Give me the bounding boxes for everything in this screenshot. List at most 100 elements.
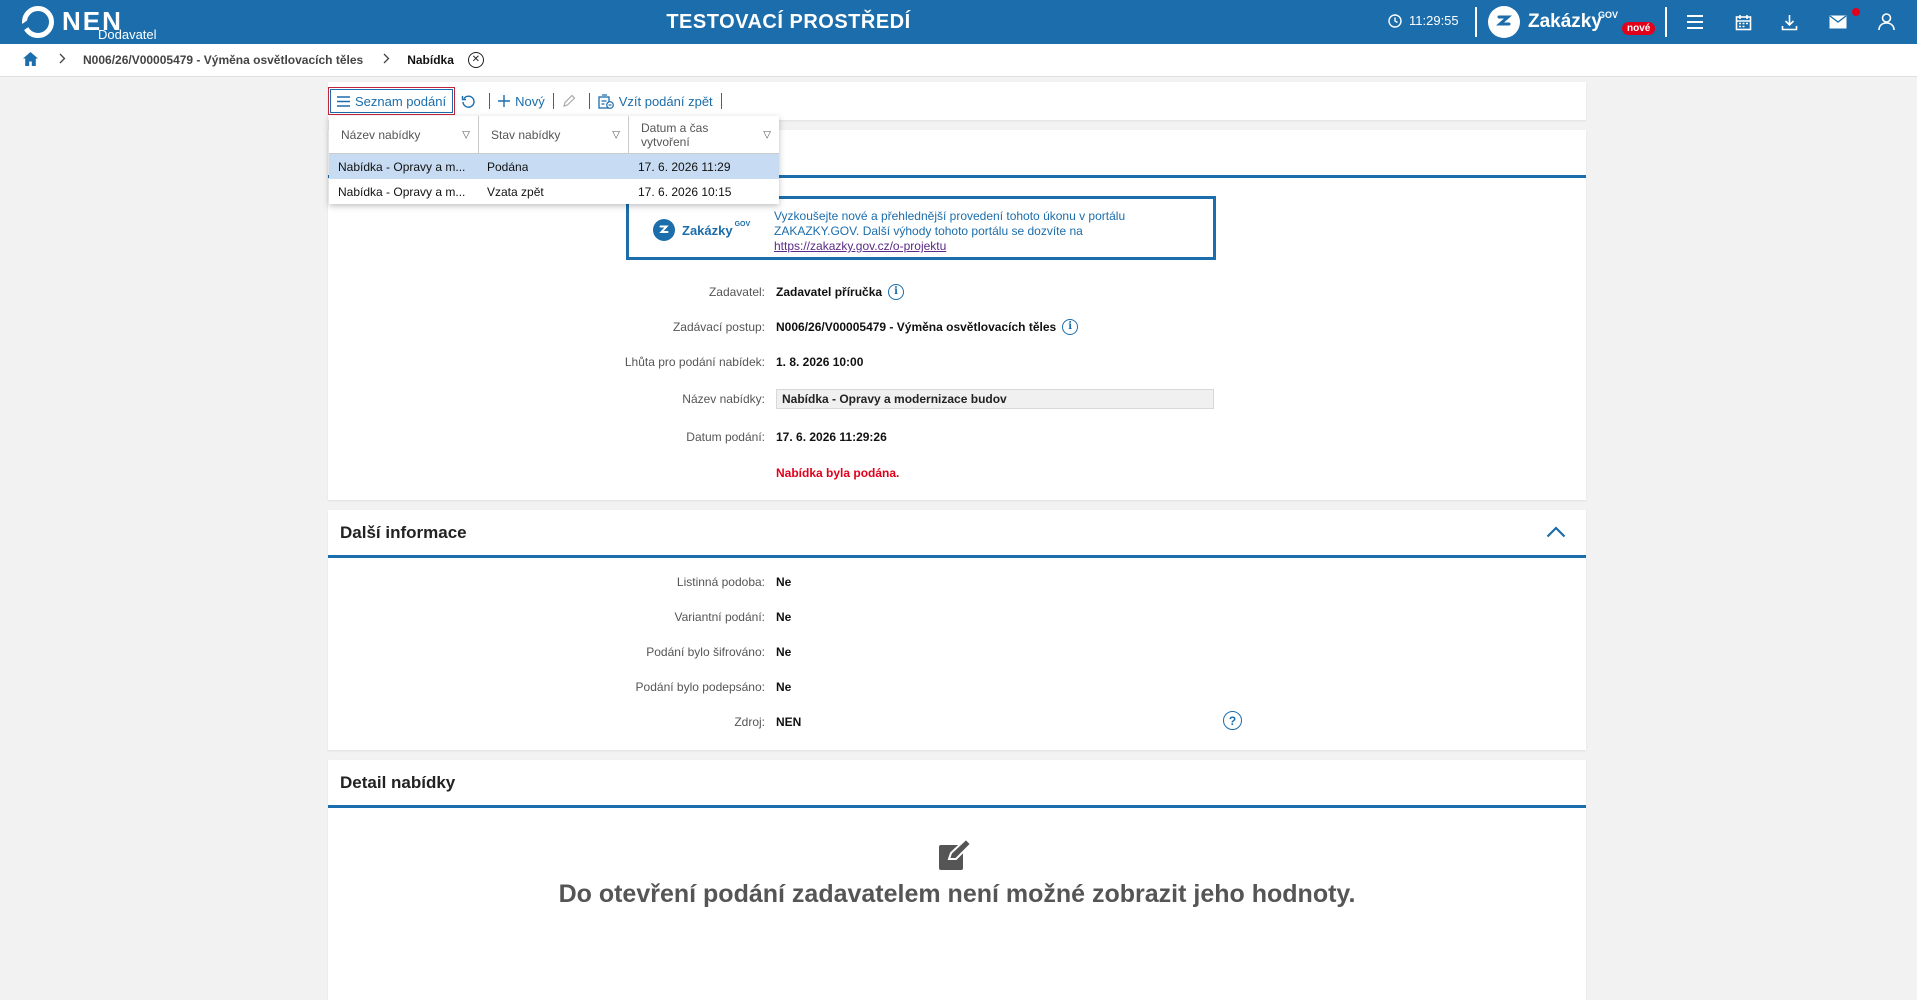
top-bar: NEN Dodavatel TESTOVACÍ PROSTŘEDÍ 11:29:… xyxy=(0,0,1917,44)
field-label: Podání bylo šifrováno: xyxy=(646,645,765,659)
toolbar-divider xyxy=(720,93,722,109)
close-icon[interactable]: ✕ xyxy=(467,52,484,68)
zakazky-gov: GOV xyxy=(1598,10,1619,20)
field-label: Zadavatel: xyxy=(708,285,765,299)
submission-list-label: Seznam podání xyxy=(355,93,447,109)
column-label: Datum a čas vytvoření xyxy=(641,120,709,149)
dropdown-header: Název nabídky ▽ Stav nabídky ▽ Datum a č… xyxy=(329,116,779,154)
field-row-zdroj: Zdroj: NEN xyxy=(328,712,1586,732)
field-row-offer-name: Název nabídky: Nabídka - Opravy a modern… xyxy=(328,389,1586,409)
mail-icon[interactable] xyxy=(1828,12,1848,32)
plus-icon xyxy=(498,95,511,107)
row-name: Nabídka - Opravy a m... xyxy=(338,184,466,199)
column-label: Stav nabídky xyxy=(491,127,561,142)
zadavatel-value: Zadavatel příručka xyxy=(776,285,883,299)
field-value: 1. 8. 2026 10:00 xyxy=(776,355,864,369)
banner-text-block: Vyzkoušejte nové a přehlednější proveden… xyxy=(774,209,1194,254)
new-badge: nové xyxy=(1622,22,1656,35)
withdraw-icon xyxy=(598,93,614,109)
toolbar-divider xyxy=(588,93,590,109)
field-label: Podání bylo podepsáno: xyxy=(635,680,765,694)
help-icon[interactable]: ? xyxy=(1223,711,1242,730)
list-icon xyxy=(337,95,350,107)
chevron-right-icon xyxy=(383,53,390,67)
offer-detail-card: Detail nabídky Do otevření podání zadava… xyxy=(328,760,1586,1000)
row-created: 17. 6. 2026 10:15 xyxy=(638,184,732,199)
submission-list-button[interactable]: Seznam podání xyxy=(328,87,456,115)
edit-button[interactable] xyxy=(556,88,587,114)
user-icon[interactable] xyxy=(1876,12,1896,32)
field-label: Listinná podoba: xyxy=(676,575,765,589)
field-value: Zadavatel příručka i xyxy=(776,282,905,302)
banner-message: Vyzkoušejte nové a přehlednější proveden… xyxy=(774,209,1126,238)
breadcrumb-current: Nabídka xyxy=(407,53,454,67)
field-value: Ne xyxy=(776,680,792,694)
column-label: Název nabídky xyxy=(341,127,421,142)
field-row-zadavaci-postup: Zadávací postup: N006/26/V00005479 - Vým… xyxy=(328,317,1586,337)
field-value: Ne xyxy=(776,575,792,589)
banner-logo: Zakázky GOV xyxy=(653,219,750,241)
field-value: 17. 6. 2026 11:29:26 xyxy=(776,430,887,444)
detail-hidden-message: Do otevření podání zadavatelem není možn… xyxy=(558,880,1356,908)
submission-list-dropdown: Název nabídky ▽ Stav nabídky ▽ Datum a č… xyxy=(329,116,779,204)
status-row: Nabídka byla podána. xyxy=(328,463,1586,483)
field-value: Ne xyxy=(776,645,792,659)
field-row-podepsano: Podání bylo podepsáno: Ne xyxy=(328,677,1586,697)
column-header-name[interactable]: Název nabídky ▽ xyxy=(329,116,479,153)
field-label: Zdroj: xyxy=(734,715,765,729)
additional-info-card: Další informace Listinná podoba: Ne Vari… xyxy=(328,510,1586,750)
breadcrumb-procedure[interactable]: N006/26/V00005479 - Výměna osvětlovacích… xyxy=(83,53,363,67)
filter-icon[interactable]: ▽ xyxy=(612,129,620,140)
calendar-icon[interactable] xyxy=(1733,12,1753,32)
toolbar-divider xyxy=(489,93,491,109)
menu-icon[interactable] xyxy=(1685,12,1705,32)
edit-note-icon xyxy=(939,840,972,870)
row-name: Nabídka - Opravy a m... xyxy=(338,159,466,174)
banner-logo-gov: GOV xyxy=(734,220,751,228)
offer-name-field: Nabídka - Opravy a modernizace budov xyxy=(776,389,1214,409)
column-header-status[interactable]: Stav nabídky ▽ xyxy=(479,116,629,153)
zakazky-gov-link[interactable]: Zakázky GOV nové xyxy=(1488,6,1656,38)
header-divider xyxy=(1665,7,1667,37)
download-icon[interactable] xyxy=(1779,12,1799,32)
section-title: Další informace xyxy=(340,523,467,542)
table-row[interactable]: Nabídka - Opravy a m... Podána 17. 6. 20… xyxy=(329,154,779,179)
field-row-sifrovano: Podání bylo šifrováno: Ne xyxy=(328,642,1586,662)
field-value: Ne xyxy=(776,610,792,624)
banner-link[interactable]: https://zakazky.gov.cz/o-projektu xyxy=(774,239,946,253)
offer-detail-header: Detail nabídky xyxy=(328,760,1586,808)
field-value: N006/26/V00005479 - Výměna osvětlovacích… xyxy=(776,317,1079,337)
environment-title: TESTOVACÍ PROSTŘEDÍ xyxy=(666,11,911,33)
header-divider xyxy=(1475,7,1477,37)
info-icon[interactable]: i xyxy=(1062,319,1079,335)
chevron-up-icon[interactable] xyxy=(1546,526,1566,538)
info-icon[interactable]: i xyxy=(888,284,905,300)
pencil-icon xyxy=(562,94,576,107)
field-label: Zadávací postup: xyxy=(672,320,765,334)
chevron-right-icon xyxy=(59,53,66,67)
field-row-submission-date: Datum podání: 17. 6. 2026 11:29:26 xyxy=(328,427,1586,447)
field-value: NEN xyxy=(776,715,802,729)
home-icon[interactable] xyxy=(22,51,39,70)
field-label: Variantní podání: xyxy=(674,610,765,624)
row-status: Podána xyxy=(487,159,529,174)
toolbar-divider xyxy=(552,93,554,109)
filter-icon[interactable]: ▽ xyxy=(763,129,771,140)
field-row-variantni: Variantní podání: Ne xyxy=(328,607,1586,627)
field-row-deadline: Lhůta pro podání nabídek: 1. 8. 2026 10:… xyxy=(328,352,1586,372)
field-row-listinna: Listinná podoba: Ne xyxy=(328,572,1586,592)
withdraw-button[interactable]: Vzít podání zpět xyxy=(592,88,719,114)
refresh-button[interactable] xyxy=(455,88,487,114)
table-row[interactable]: Nabídka - Opravy a m... Vzata zpět 17. 6… xyxy=(329,179,779,204)
row-status: Vzata zpět xyxy=(487,184,544,199)
column-header-created[interactable]: Datum a čas vytvoření ▽ xyxy=(629,116,779,153)
clock-time: 11:29:55 xyxy=(1409,13,1459,28)
new-button[interactable]: Nový xyxy=(492,88,551,114)
additional-info-header[interactable]: Další informace xyxy=(328,510,1586,558)
field-row-zadavatel: Zadavatel: Zadavatel příručka i xyxy=(328,282,1586,302)
refresh-icon xyxy=(461,95,475,108)
notification-dot xyxy=(1852,8,1860,16)
zakazky-logo-icon xyxy=(653,219,675,241)
filter-icon[interactable]: ▽ xyxy=(462,129,470,140)
banner-logo-text: Zakázky xyxy=(682,222,733,238)
